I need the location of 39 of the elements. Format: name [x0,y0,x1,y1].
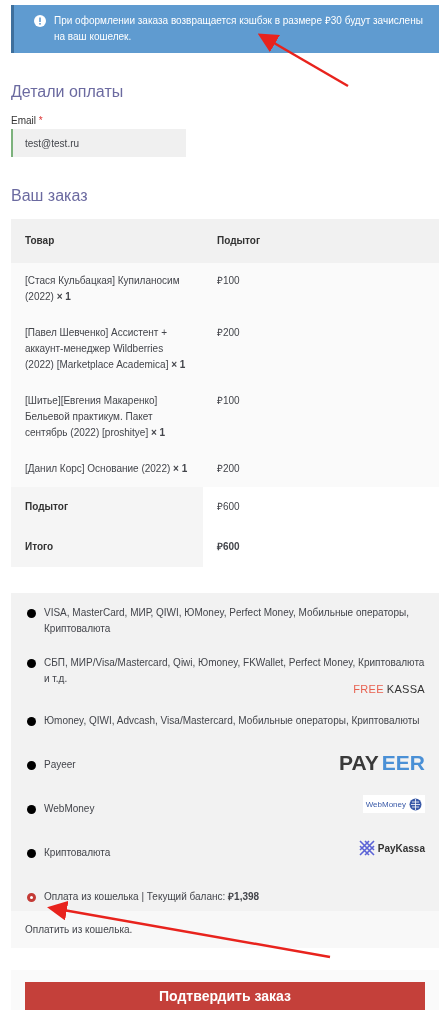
radio-button[interactable] [27,805,36,814]
column-header: Товар [11,219,203,263]
radio-button[interactable] [27,659,36,668]
email-field[interactable]: test@test.ru [11,129,186,157]
radio-button[interactable] [27,849,36,858]
payment-method-label[interactable]: Криптовалюта [44,845,111,861]
table-cell: [Стася Кульбацкая] Купиланосим (2022) × 1 [11,263,203,315]
payment-method-label[interactable]: Оплата из кошелька | Текущий баланс: ₽1,398 [44,889,260,905]
info-icon [34,15,46,27]
table-cell: [Шитье][Евгения Макаренко] Бельевой практикум. Пакет сентябрь (2022) [proshitye] × 1 [11,383,203,451]
table-cell: ₽200 [203,451,439,487]
payment-method-label[interactable]: WebMoney [44,801,95,817]
freekassa-logo: FREE KASSA [353,683,425,695]
required-mark: * [38,115,43,126]
radio-button[interactable] [27,717,36,726]
section-heading: Ваш заказ [11,187,89,205]
paykassa-logo: PayKassa [358,839,425,857]
table-cell: ₽200 [203,315,439,383]
payment-method-label[interactable]: Юmoney, QIWI, Advcash, Visa/Mastercard, Мобильные операторы, Криптовалюты [44,713,420,729]
radio-button[interactable] [27,893,36,902]
table-cell: [Павел Шевченко] Ассистент + аккаунт-менеджер Wildberries (2022) [Marketplace Academica] × 1 [11,315,203,383]
payment-method-label[interactable]: VISA, MasterCard, МИР, QIWI, ЮMoney, Perfect Money, Мобильные операторы, Криптовалюта [44,605,425,637]
submit-button[interactable]: Подтвердить заказ [25,982,425,1010]
webmoney-logo: WebMoney [362,795,425,813]
column-header: Подытог [203,219,439,263]
payment-method-label[interactable]: Payeer [44,757,76,773]
payment-description: Оплатить из кошелька. [25,924,133,935]
radio-button[interactable] [27,609,36,618]
table-cell: ₽100 [203,263,439,315]
row-header: Подытог [11,487,203,527]
table-cell: ₽600 [203,487,439,527]
radio-button[interactable] [27,761,36,770]
row-header: Итого [11,527,203,567]
field-label: Email [11,115,36,126]
table-cell: ₽100 [203,383,439,451]
notice-text: При оформлении заказа возвращается кэшбэк в размере ₽30 будут зачислены на ваш кошелек. [54,14,424,44]
payeer-logo: PAY EER [339,751,425,775]
section-heading: Детали оплаты [11,83,125,101]
table-cell: [Данил Корс] Основание (2022) × 1 [11,451,203,487]
